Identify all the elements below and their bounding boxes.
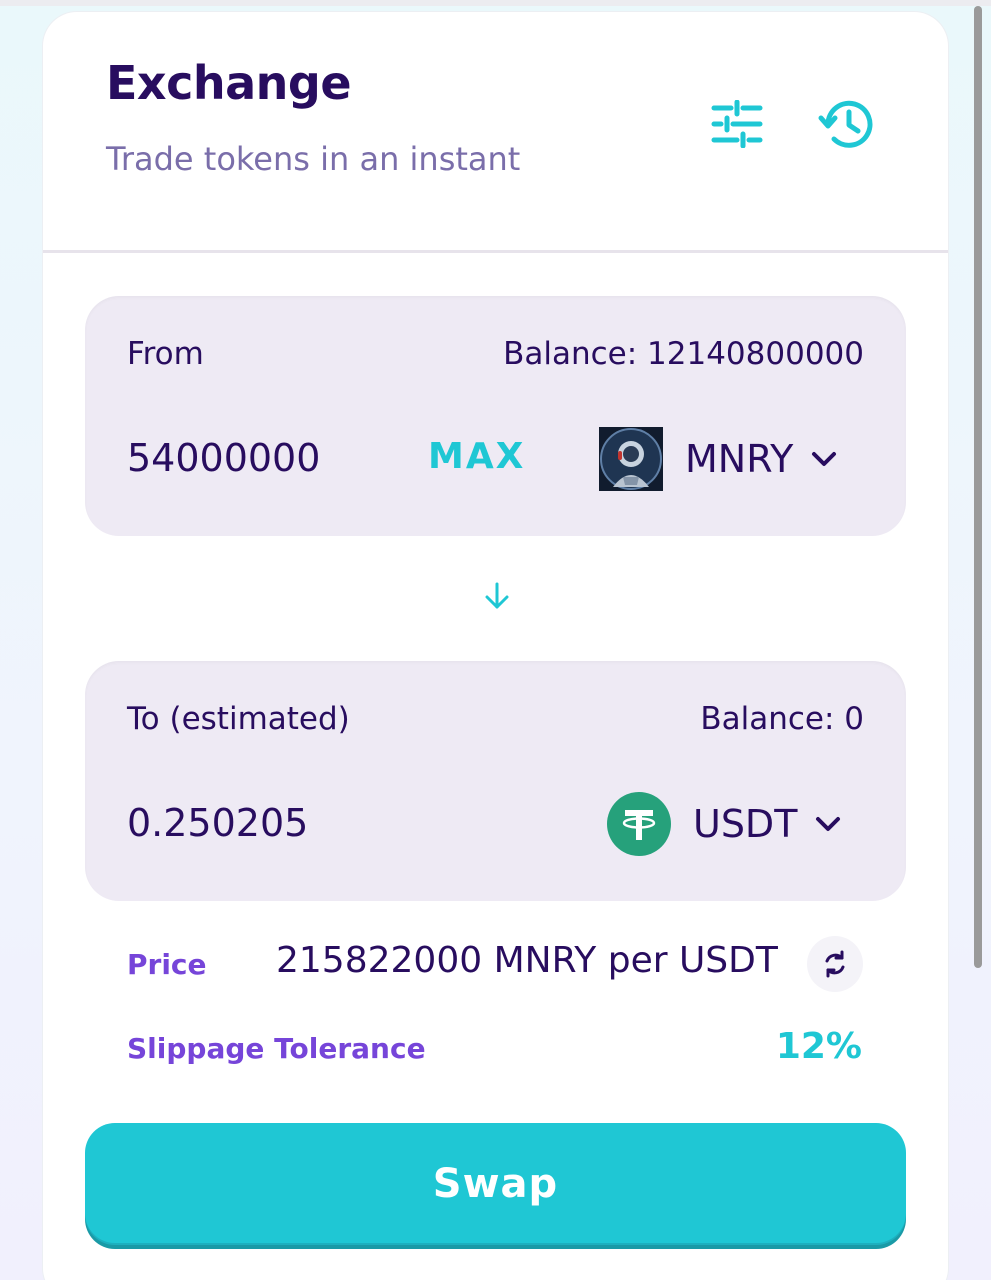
history-clock-icon[interactable] <box>815 92 879 156</box>
exchange-header: Exchange Trade tokens in an instant <box>43 12 948 253</box>
price-label: Price <box>127 948 207 981</box>
settings-sliders-icon[interactable] <box>705 92 769 156</box>
exchange-card: Exchange Trade tokens in an instant From… <box>43 12 948 1280</box>
page-subtitle: Trade tokens in an instant <box>106 140 521 178</box>
chevron-down-icon <box>815 816 841 832</box>
from-balance: Balance: 12140800000 <box>503 336 864 372</box>
swap-button[interactable]: Swap <box>85 1123 906 1245</box>
page-title: Exchange <box>106 56 352 110</box>
from-token-select[interactable]: MNRY <box>599 426 837 492</box>
slippage-value: 12% <box>775 1026 862 1067</box>
refresh-price-icon[interactable] <box>807 936 863 992</box>
from-amount-input[interactable] <box>127 436 427 480</box>
to-panel: To (estimated) Balance: 0 USDT <box>85 661 906 901</box>
switch-direction-arrow-icon[interactable] <box>480 579 514 613</box>
mnry-token-logo <box>599 427 663 491</box>
scrollbar[interactable] <box>974 6 982 968</box>
to-amount-input[interactable] <box>127 801 427 845</box>
to-label: To (estimated) <box>127 701 350 737</box>
max-button[interactable]: MAX <box>428 436 525 477</box>
tether-logo-icon <box>607 792 671 856</box>
to-token-select[interactable]: USDT <box>607 791 841 857</box>
from-panel: From Balance: 12140800000 MAX MNRY <box>85 296 906 536</box>
slippage-label: Slippage Tolerance <box>127 1032 426 1065</box>
from-label: From <box>127 336 204 372</box>
chevron-down-icon <box>811 451 837 467</box>
from-token-symbol: MNRY <box>685 437 794 481</box>
top-strip <box>0 0 991 6</box>
to-token-symbol: USDT <box>693 802 798 846</box>
price-value: 215822000 MNRY per USDT <box>276 940 778 981</box>
to-balance: Balance: 0 <box>700 701 864 737</box>
